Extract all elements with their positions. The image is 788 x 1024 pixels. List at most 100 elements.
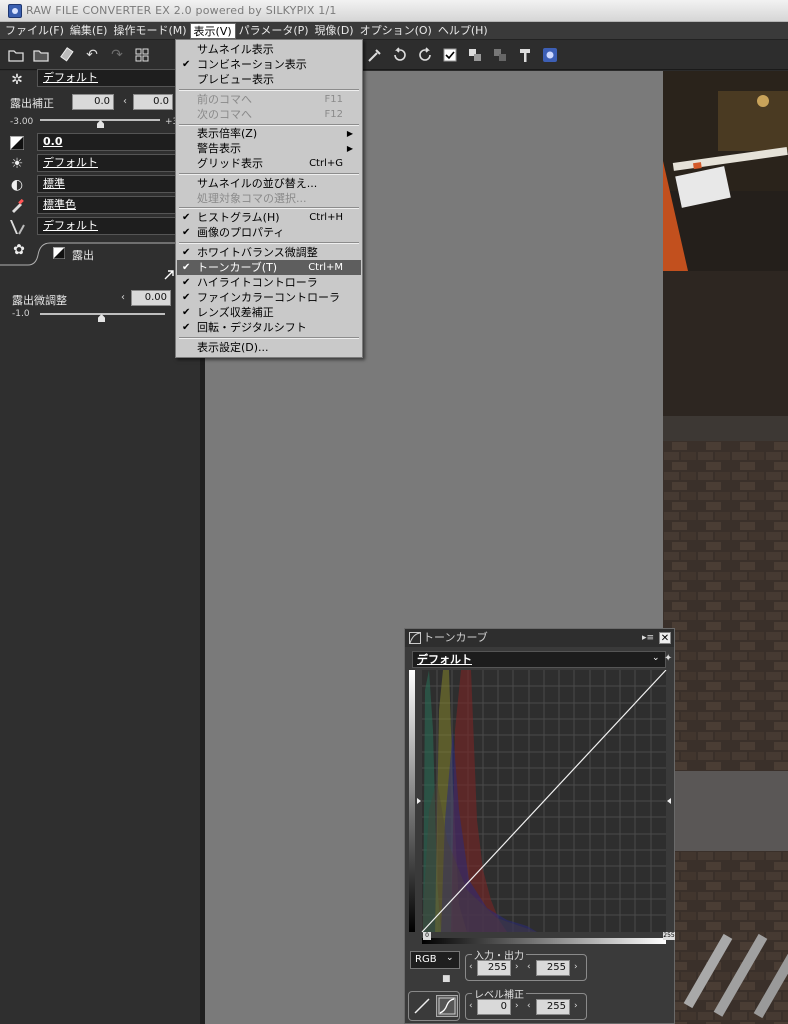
fine-exposure-slider-thumb[interactable] bbox=[98, 314, 105, 322]
menu-item-image-properties[interactable]: ✔ 画像のプロパティ bbox=[177, 225, 361, 240]
menu-item-prev-frame[interactable]: 前のコマへ F11 bbox=[177, 92, 361, 107]
preset-dropdown[interactable]: デフォルト bbox=[37, 69, 177, 87]
title-bar: RAW FILE CONVERTER EX 2.0 powered by SIL… bbox=[0, 0, 788, 22]
menu-item-thumbnail-view[interactable]: サムネイル表示 bbox=[177, 42, 361, 57]
linear-curve-icon[interactable] bbox=[412, 996, 432, 1016]
fine-exposure-label: 露出微調整 bbox=[12, 294, 67, 307]
tab-exposure[interactable]: 露出 bbox=[72, 247, 94, 263]
tone-curve-window: トーンカーブ ▸≡ ✕ デフォルト ⌄ ✦ 0 255 RGB ⌄ ■ 入力・出… bbox=[404, 628, 675, 1024]
menu-item-grid[interactable]: グリッド表示 Ctrl+G bbox=[177, 156, 361, 171]
color-dropdown[interactable]: 標準色 bbox=[37, 196, 177, 214]
level-high-increase-icon[interactable]: › bbox=[574, 1001, 578, 1011]
menu-item-preview-view[interactable]: プレビュー表示 bbox=[177, 72, 361, 87]
menu-item-rotation-shift[interactable]: ✔ 回転・デジタルシフト bbox=[177, 320, 361, 335]
menu-help[interactable]: ヘルプ(H) bbox=[435, 23, 491, 39]
menu-item-lens-correction[interactable]: ✔ レンズ収差補正 bbox=[177, 305, 361, 320]
menu-mode[interactable]: 操作モード(M) bbox=[110, 23, 189, 39]
menu-item-zoom[interactable]: 表示倍率(Z) ▶ bbox=[177, 126, 361, 141]
exposure-icon bbox=[6, 134, 28, 152]
chevron-down-icon[interactable]: ⌄ bbox=[652, 653, 660, 663]
app-icon bbox=[8, 3, 22, 18]
input-value[interactable]: 255 bbox=[477, 960, 511, 976]
fine-exposure-value[interactable]: 0.00 bbox=[131, 290, 171, 306]
level-high-value[interactable]: 255 bbox=[536, 999, 570, 1015]
menu-item-select-frames[interactable]: 処理対象コマの選択... bbox=[177, 191, 361, 206]
exposure-value-2[interactable]: 0.0 bbox=[133, 94, 173, 110]
tone-curve-preset-dropdown[interactable]: デフォルト bbox=[412, 651, 666, 668]
hammer-icon[interactable] bbox=[514, 44, 536, 66]
gear-icon[interactable]: ✲ bbox=[6, 71, 28, 89]
photo-preview[interactable] bbox=[663, 71, 788, 1024]
spline-curve-icon[interactable] bbox=[436, 995, 458, 1017]
level-low-value[interactable]: 0 bbox=[477, 999, 511, 1015]
tab-row: ✿ 露出 bbox=[0, 241, 200, 267]
output-value[interactable]: 255 bbox=[536, 960, 570, 976]
contrast-icon: ◐ bbox=[10, 177, 24, 193]
menu-edit[interactable]: 編集(E) bbox=[67, 23, 111, 39]
menu-item-histogram[interactable]: ✔ ヒストグラム(H) Ctrl+H bbox=[177, 210, 361, 225]
menu-parameter[interactable]: パラメータ(P) bbox=[236, 23, 312, 39]
develop-icon[interactable] bbox=[539, 44, 561, 66]
expand-icon[interactable] bbox=[164, 270, 174, 280]
output-decrease-icon[interactable]: ‹ bbox=[527, 962, 531, 972]
level-high-decrease-icon[interactable]: ‹ bbox=[527, 1001, 531, 1011]
photo-image bbox=[663, 71, 788, 1024]
check-icon: ✔ bbox=[182, 277, 191, 288]
eraser-icon[interactable] bbox=[56, 44, 78, 66]
reset-icon[interactable]: ■ bbox=[442, 974, 451, 984]
tone-curve-title: トーンカーブ bbox=[423, 631, 488, 644]
copy-params-icon[interactable] bbox=[464, 44, 486, 66]
menu-item-highlight-controller[interactable]: ✔ ハイライトコントローラ bbox=[177, 275, 361, 290]
curve-mode-group bbox=[408, 991, 460, 1021]
menu-file[interactable]: ファイル(F) bbox=[2, 23, 67, 39]
menu-item-tone-curve[interactable]: ✔ トーンカーブ(T) Ctrl+M bbox=[177, 260, 361, 275]
output-increase-icon[interactable]: › bbox=[574, 962, 578, 972]
rotate-left-icon[interactable] bbox=[389, 44, 411, 66]
menu-item-warning[interactable]: 警告表示 ▶ bbox=[177, 141, 361, 156]
fine-decrease-arrow-icon[interactable]: ‹ bbox=[121, 292, 125, 303]
undo-icon[interactable]: ↶ bbox=[81, 44, 103, 66]
menu-item-sort-thumbnails[interactable]: サムネイルの並び替え... bbox=[177, 176, 361, 191]
menu-item-fine-color-controller[interactable]: ✔ ファインカラーコントローラ bbox=[177, 290, 361, 305]
white-balance-dropdown[interactable]: デフォルト bbox=[37, 154, 177, 172]
menu-item-combination-view[interactable]: ✔ コンビネーション表示 bbox=[177, 57, 361, 72]
level-low-decrease-icon[interactable]: ‹ bbox=[469, 1001, 473, 1011]
decrease-arrow-icon[interactable]: ‹ bbox=[123, 96, 127, 107]
tone-curve-graph[interactable]: 0 255 bbox=[407, 669, 675, 945]
detail-settings-icon[interactable]: ✿ bbox=[8, 241, 30, 259]
channel-chevron-icon[interactable]: ⌄ bbox=[446, 953, 454, 963]
menu-develop[interactable]: 現像(D) bbox=[312, 23, 357, 39]
exposure-field[interactable]: 0.0 bbox=[37, 133, 177, 151]
settings-icon[interactable]: ✦ bbox=[664, 653, 672, 664]
curve-point-high[interactable]: 255 bbox=[663, 932, 675, 940]
level-low-increase-icon[interactable]: › bbox=[515, 1001, 519, 1011]
tone-curve-icon bbox=[409, 632, 421, 644]
menu-item-white-balance[interactable]: ✔ ホワイトバランス微調整 bbox=[177, 245, 361, 260]
paste-params-icon[interactable] bbox=[489, 44, 511, 66]
menu-arrow-icon[interactable]: ▸≡ bbox=[642, 629, 654, 647]
close-icon[interactable]: ✕ bbox=[659, 632, 671, 644]
curve-point-low[interactable]: 0 bbox=[423, 932, 431, 940]
exposure-value[interactable]: 0.0 bbox=[72, 94, 114, 110]
menu-item-display-settings[interactable]: 表示設定(D)... bbox=[177, 340, 361, 355]
sharpness-dropdown[interactable]: デフォルト bbox=[37, 217, 177, 235]
menu-item-next-frame[interactable]: 次のコマへ F12 bbox=[177, 107, 361, 122]
menu-separator bbox=[179, 89, 359, 91]
fine-exposure-slider-track[interactable] bbox=[40, 313, 165, 315]
menu-separator bbox=[179, 337, 359, 339]
grid-view-icon[interactable] bbox=[131, 44, 153, 66]
dropper-icon[interactable] bbox=[364, 44, 386, 66]
exposure-slider-thumb[interactable] bbox=[97, 120, 104, 128]
rotate-right-icon[interactable] bbox=[414, 44, 436, 66]
contrast-dropdown[interactable]: 標準 bbox=[37, 175, 177, 193]
menu-option[interactable]: オプション(O) bbox=[357, 23, 435, 39]
checkbox-icon[interactable] bbox=[439, 44, 461, 66]
tab-exposure-icon[interactable] bbox=[53, 247, 65, 259]
open-file-icon[interactable] bbox=[6, 44, 28, 66]
redo-icon[interactable]: ↷ bbox=[106, 44, 128, 66]
input-decrease-icon[interactable]: ‹ bbox=[469, 962, 473, 972]
input-increase-icon[interactable]: › bbox=[515, 962, 519, 972]
menu-view[interactable]: 表示(V) bbox=[189, 22, 236, 39]
tone-curve-titlebar[interactable]: トーンカーブ ▸≡ ✕ bbox=[405, 629, 674, 647]
open-folder-icon[interactable] bbox=[31, 44, 53, 66]
